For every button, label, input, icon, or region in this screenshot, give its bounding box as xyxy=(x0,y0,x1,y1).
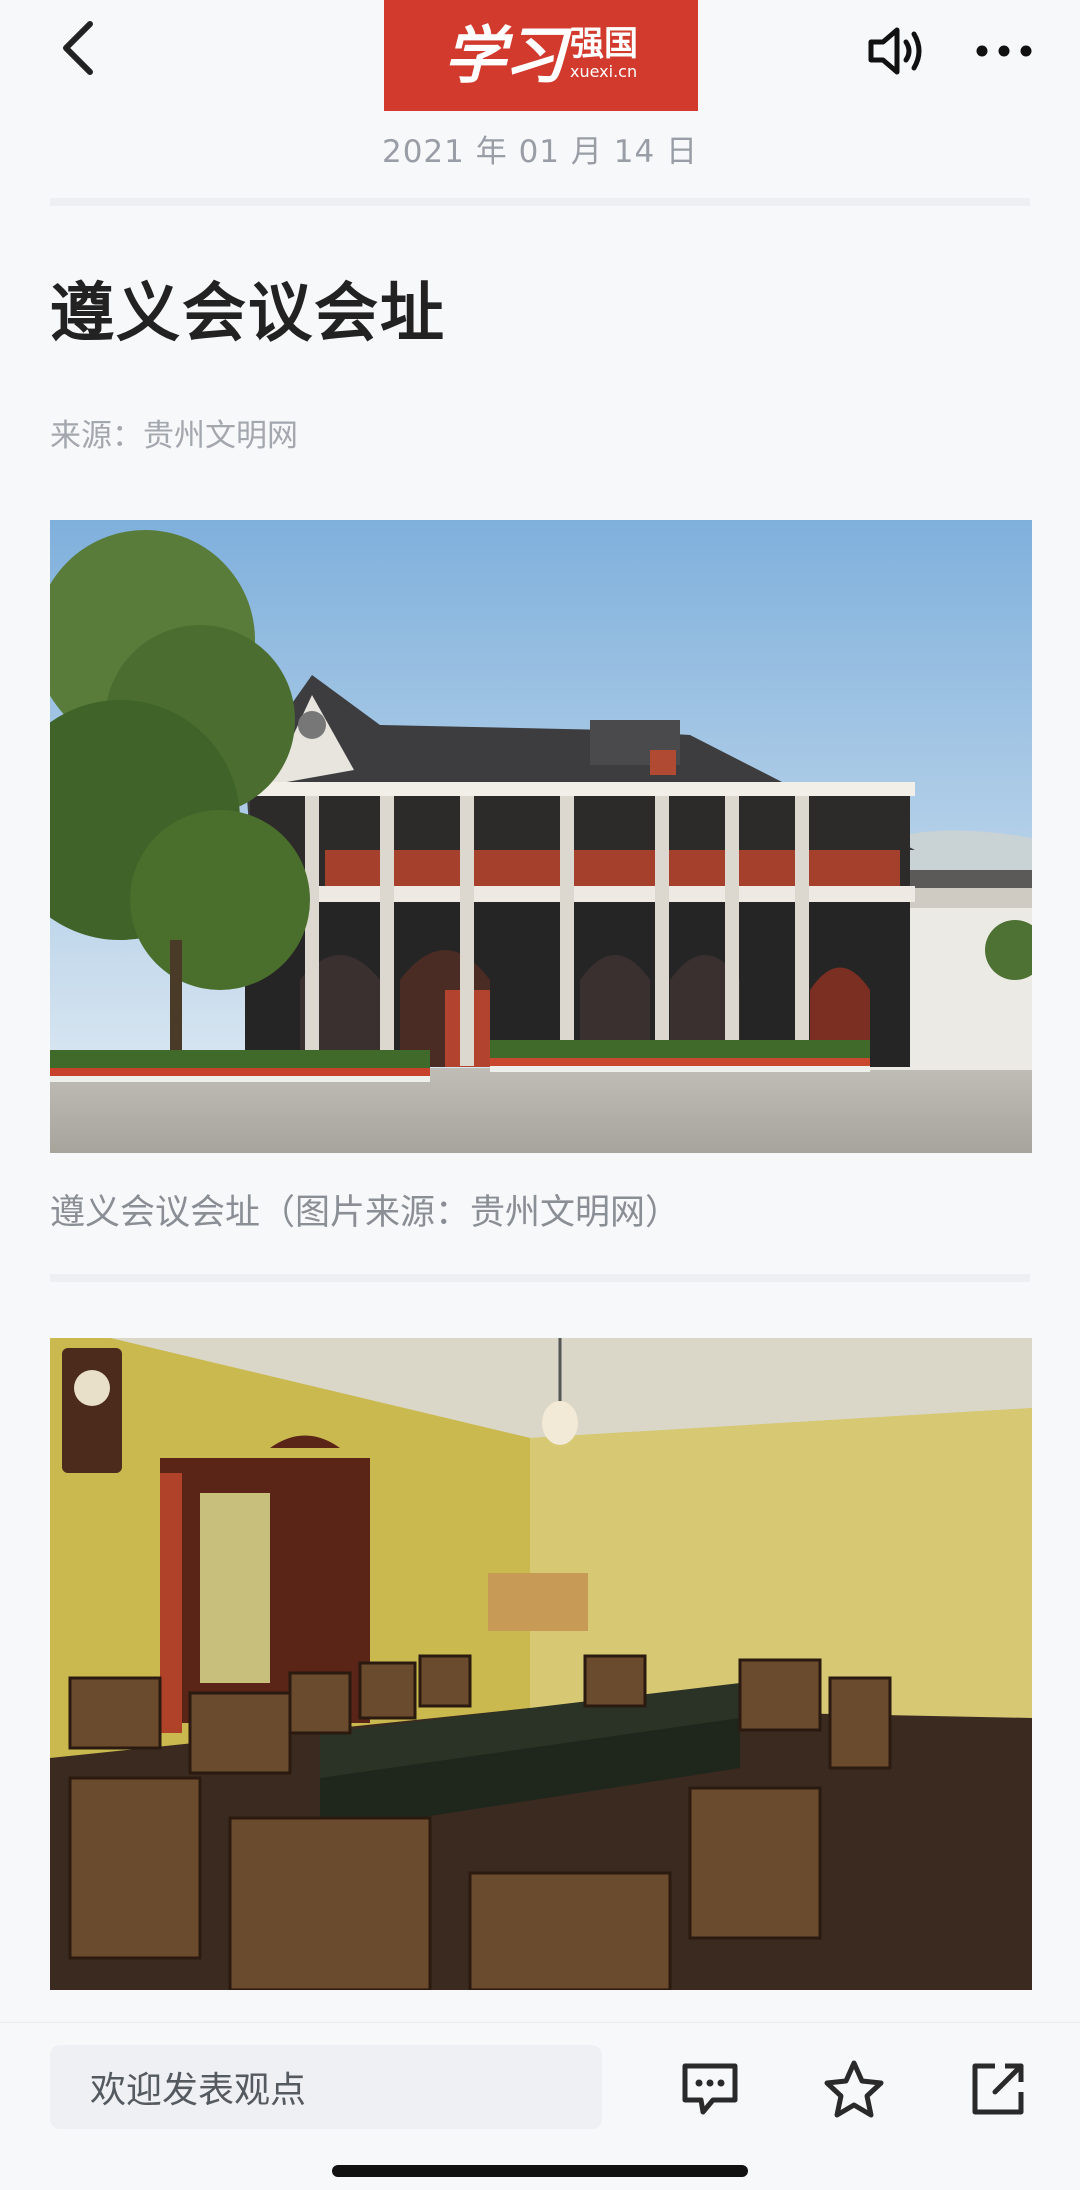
back-button[interactable] xyxy=(48,12,108,84)
speaker-icon xyxy=(868,27,922,75)
share-icon xyxy=(972,2063,1024,2115)
share-button[interactable] xyxy=(962,2053,1034,2125)
article-image-interior[interactable] xyxy=(50,1338,1032,1990)
read-aloud-button[interactable] xyxy=(860,18,932,84)
more-dots-icon xyxy=(976,45,1032,57)
divider xyxy=(50,1274,1030,1282)
meeting-room-photo xyxy=(50,1338,1032,1990)
bottom-action-bar: 欢迎发表观点 xyxy=(0,2022,1080,2190)
image-caption: 遵义会议会址（图片来源：贵州文明网） xyxy=(50,1193,681,1233)
chevron-left-icon xyxy=(63,21,93,75)
comments-button[interactable] xyxy=(674,2053,746,2125)
logo-side-text: 强国 xyxy=(570,24,638,65)
article-title: 遵义会议会址 xyxy=(50,276,446,351)
article-source: 来源：贵州文明网 xyxy=(50,418,298,454)
logo-main-text: 学习 xyxy=(443,18,566,92)
comment-input[interactable]: 欢迎发表观点 xyxy=(50,2045,602,2129)
publish-date: 2021 年 01 月 14 日 xyxy=(381,134,699,170)
divider xyxy=(50,198,1030,206)
top-bar: 学习 强国 xuexi.cn xyxy=(0,0,1080,120)
article-image-exterior[interactable] xyxy=(50,520,1032,1153)
building-photo xyxy=(50,520,1032,1153)
more-button[interactable] xyxy=(968,18,1040,84)
home-indicator[interactable] xyxy=(332,2165,748,2177)
comment-icon xyxy=(682,2063,738,2115)
xuexi-logo: 学习 强国 xuexi.cn xyxy=(384,0,698,111)
star-icon xyxy=(824,2060,884,2118)
logo-url: xuexi.cn xyxy=(570,61,638,81)
article-page: 学习 强国 xuexi.cn 2021 年 01 月 14 日 遵义会议会址 来… xyxy=(0,0,1080,2190)
favorite-button[interactable] xyxy=(818,2053,890,2125)
